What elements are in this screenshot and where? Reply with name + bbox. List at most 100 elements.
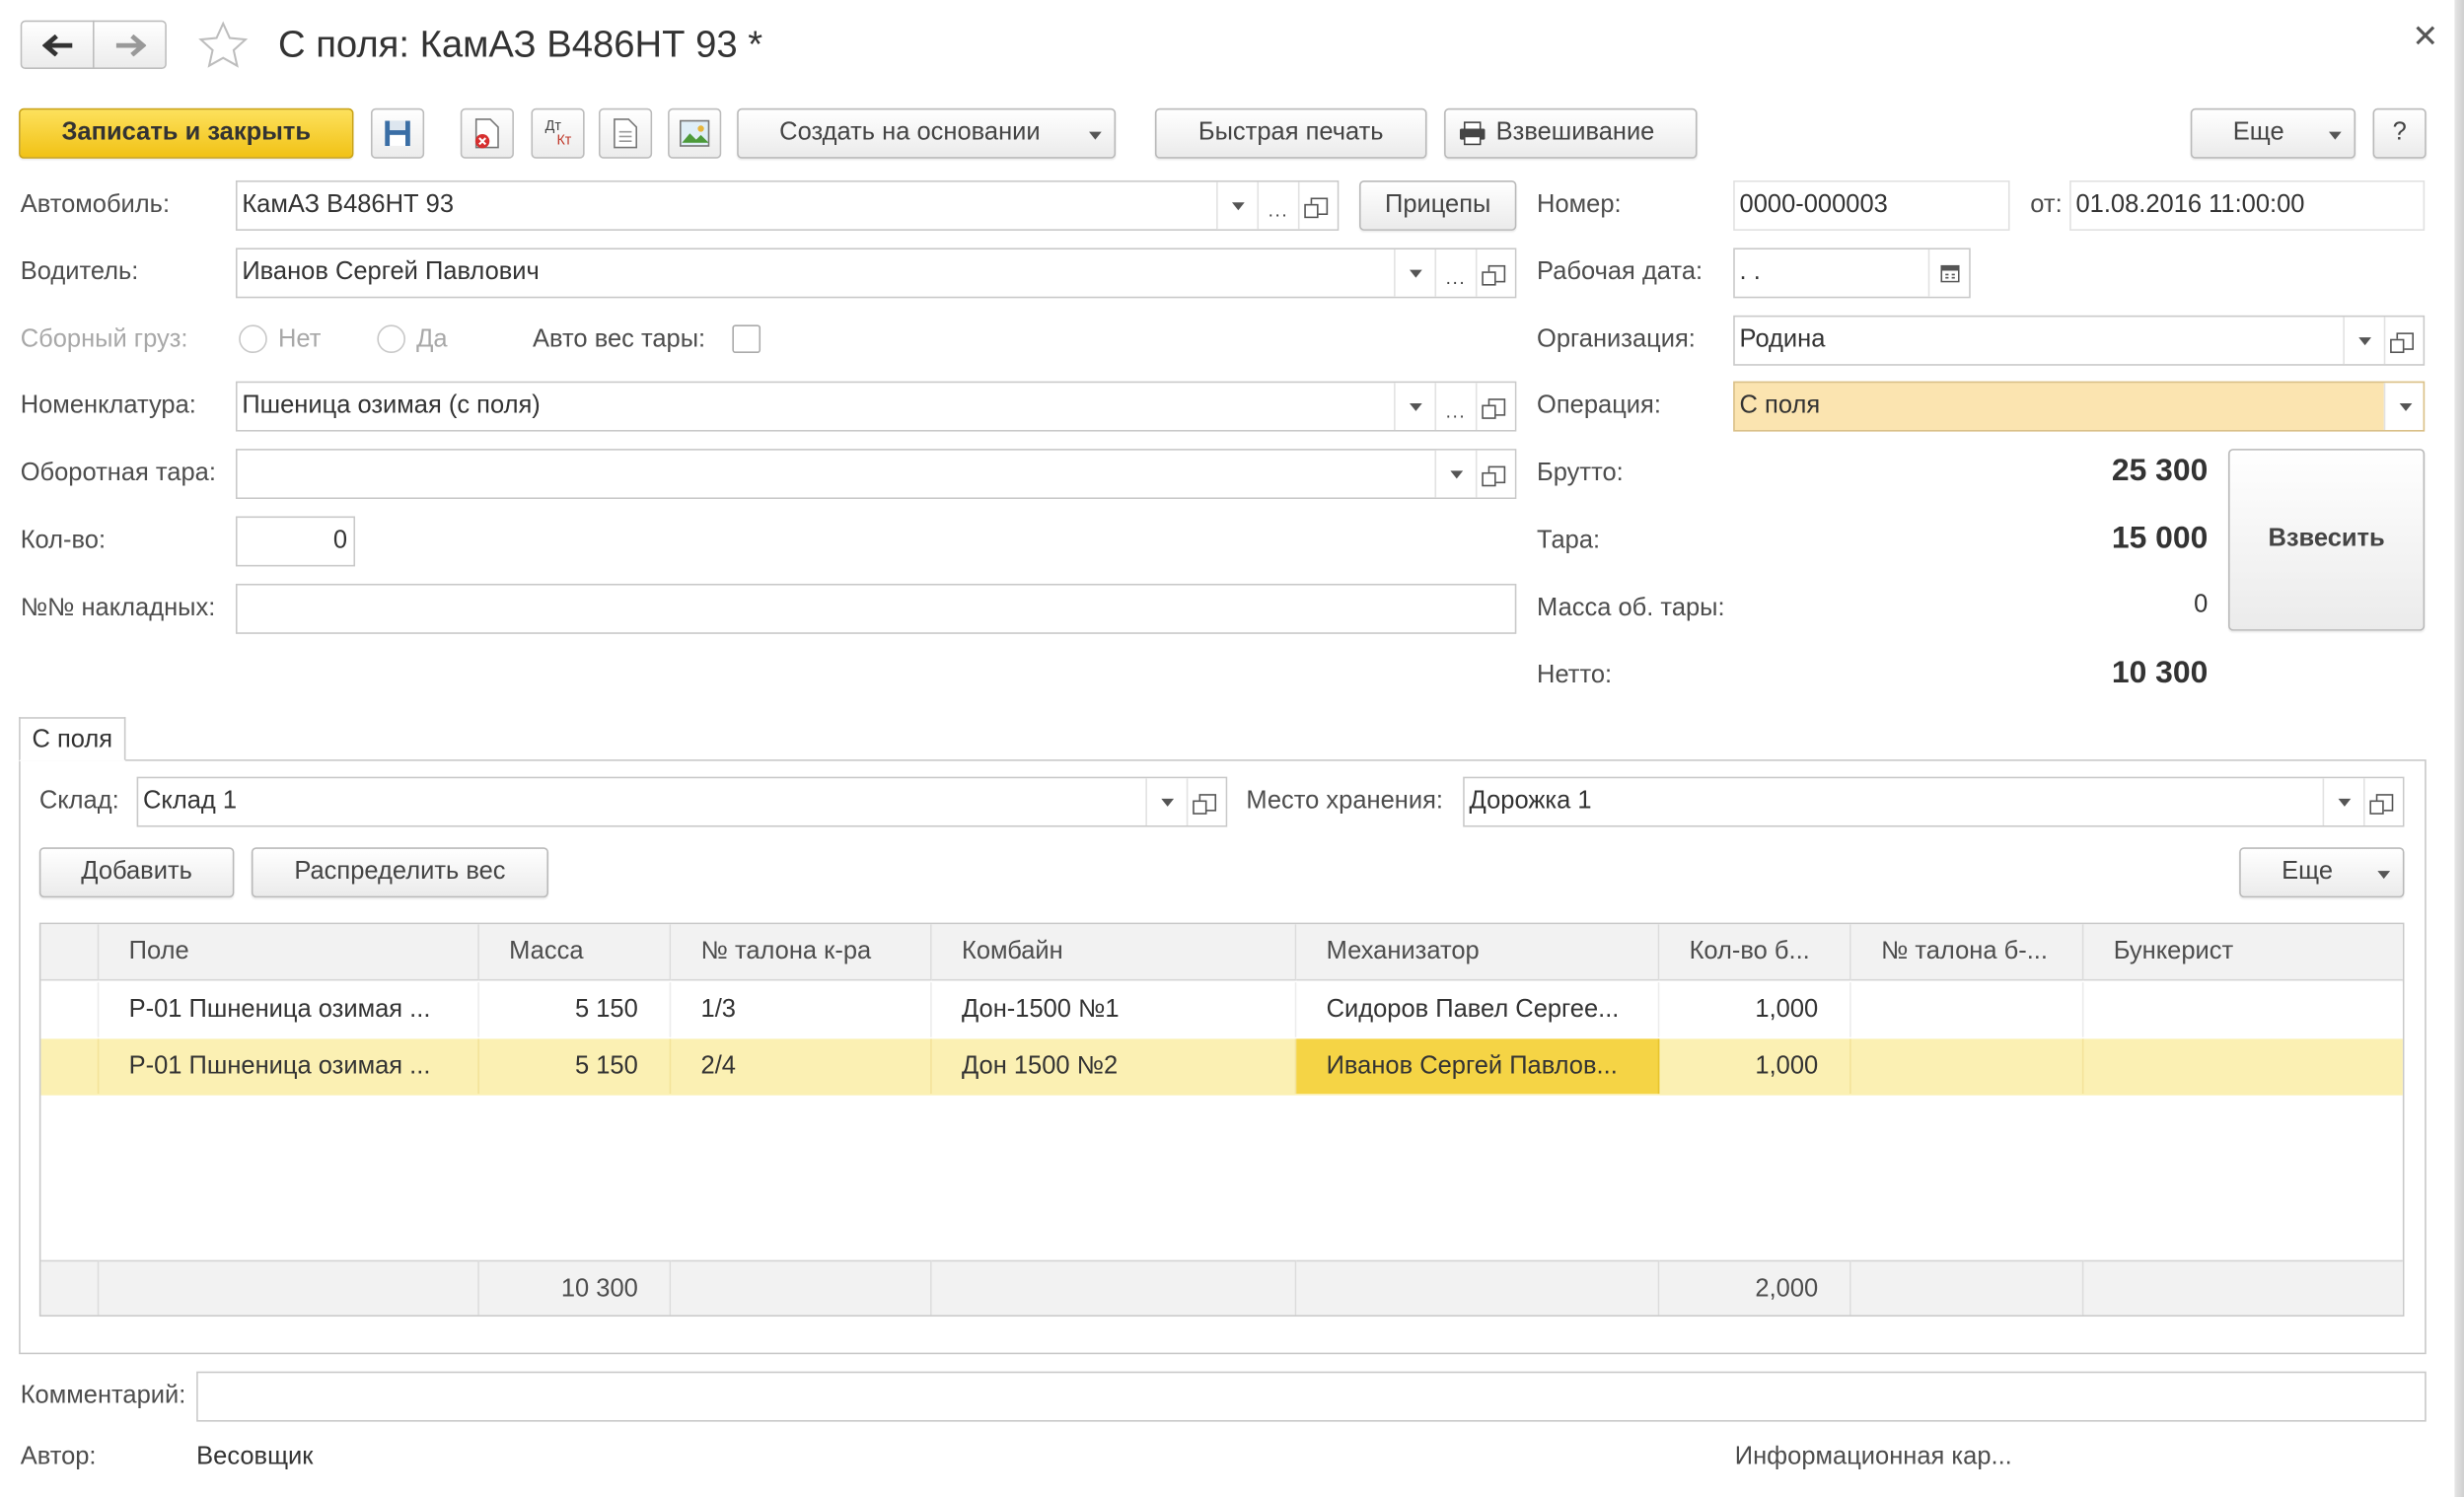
combined-yes-radio[interactable] bbox=[377, 324, 406, 354]
cell-bunker-qty[interactable]: 1,000 bbox=[1659, 982, 1851, 1037]
open-icon bbox=[1482, 397, 1506, 419]
storage-field[interactable]: Дорожка 1 bbox=[1463, 776, 2405, 827]
tare-label: Тара: bbox=[1537, 527, 1601, 554]
work-date-field[interactable]: . . bbox=[1733, 248, 1971, 299]
gross-label: Брутто: bbox=[1537, 460, 1624, 487]
help-button[interactable]: ? bbox=[2372, 107, 2427, 159]
column-header-combine-ticket[interactable]: № талона к-ра bbox=[671, 924, 932, 981]
organization-field[interactable]: Родина bbox=[1733, 315, 2426, 366]
save-and-close-button[interactable]: Записать и закрыть bbox=[19, 107, 354, 159]
image-button[interactable] bbox=[668, 107, 722, 159]
returnable-tare-dropdown[interactable] bbox=[1434, 450, 1476, 498]
nomenclature-select[interactable]: ... bbox=[1434, 383, 1476, 430]
warehouse-dropdown[interactable] bbox=[1145, 778, 1187, 825]
warehouse-field[interactable]: Склад 1 bbox=[136, 776, 1228, 827]
post-cancel-button[interactable] bbox=[460, 107, 514, 159]
cell-mass[interactable]: 5 150 bbox=[479, 1038, 672, 1095]
calendar-button[interactable] bbox=[1927, 250, 1970, 297]
table-more-label: Еще bbox=[2282, 858, 2334, 886]
vehicle-dropdown[interactable] bbox=[1216, 181, 1258, 230]
column-header-operator[interactable]: Механизатор bbox=[1296, 924, 1660, 981]
cell-bunker-qty[interactable]: 1,000 bbox=[1659, 1038, 1851, 1095]
work-date-value: . . bbox=[1739, 258, 1761, 286]
author-value: Весовщик bbox=[196, 1443, 314, 1470]
organization-value: Родина bbox=[1739, 325, 1826, 354]
table-row-selected[interactable]: Р-01 Пшненица озимая ... 5 150 2/4 Дон 1… bbox=[40, 1038, 2403, 1096]
table-more-button[interactable]: Еще bbox=[2239, 847, 2405, 898]
save-button[interactable] bbox=[370, 107, 425, 159]
cell-bunker-operator[interactable] bbox=[2083, 982, 2402, 1037]
number-field[interactable]: 0000-000003 bbox=[1733, 179, 2010, 231]
warehouse-open[interactable] bbox=[1186, 778, 1226, 825]
weigh-button[interactable]: Взвесить bbox=[2228, 449, 2426, 631]
close-icon[interactable]: ✕ bbox=[2412, 22, 2438, 53]
driver-label: Водитель: bbox=[20, 258, 139, 286]
row-marker bbox=[40, 982, 100, 1037]
cell-combine-ticket[interactable]: 2/4 bbox=[671, 1038, 932, 1095]
weighing-table: Поле Масса № талона к-ра Комбайн Механиз… bbox=[38, 922, 2405, 1318]
combined-no-label: Нет bbox=[277, 325, 322, 354]
distribute-weight-button[interactable]: Распределить вес bbox=[251, 847, 548, 898]
cell-combine[interactable]: Дон-1500 №1 bbox=[932, 982, 1297, 1037]
document-cancel-icon bbox=[474, 118, 499, 149]
favorite-star-icon[interactable] bbox=[198, 21, 249, 71]
column-header-mass[interactable]: Масса bbox=[478, 924, 672, 981]
quick-print-button[interactable]: Быстрая печать bbox=[1154, 107, 1427, 159]
comment-field[interactable] bbox=[196, 1371, 2427, 1422]
driver-select[interactable]: ... bbox=[1434, 250, 1476, 297]
organization-dropdown[interactable] bbox=[2343, 317, 2384, 365]
cell-operator-active[interactable]: Иванов Сергей Павлов... bbox=[1296, 1038, 1660, 1095]
cell-operator[interactable]: Сидоров Павел Сергее... bbox=[1296, 982, 1660, 1037]
vehicle-field[interactable]: КамАЗ В486НТ 93 ... bbox=[235, 179, 1340, 231]
table-row[interactable]: Р-01 Пшненица озимая ... 5 150 1/3 Дон-1… bbox=[40, 982, 2403, 1039]
combined-cargo-label: Сборный груз: bbox=[20, 325, 188, 354]
info-card-link[interactable]: Информационная кар... bbox=[1735, 1442, 2012, 1473]
operation-dropdown[interactable] bbox=[2383, 383, 2424, 430]
storage-open[interactable] bbox=[2363, 778, 2403, 825]
nav-forward-button[interactable] bbox=[92, 20, 167, 70]
invoices-field[interactable] bbox=[235, 583, 1517, 634]
nomenclature-field[interactable]: Пшеница озимая (с поля) ... bbox=[235, 381, 1517, 432]
cell-bunker-operator[interactable] bbox=[2083, 1038, 2402, 1094]
tab-from-field[interactable]: С поля bbox=[19, 717, 126, 761]
date-field[interactable]: 01.08.2016 11:00:00 bbox=[2069, 179, 2426, 231]
column-header-bunker-qty[interactable]: Кол-во б... bbox=[1659, 924, 1851, 981]
operation-field[interactable]: С поля bbox=[1733, 381, 2426, 432]
vehicle-select[interactable]: ... bbox=[1257, 181, 1298, 230]
nav-back-button[interactable] bbox=[20, 20, 95, 70]
vehicle-open[interactable] bbox=[1297, 181, 1338, 230]
cell-combine-ticket[interactable]: 1/3 bbox=[671, 982, 932, 1037]
cell-bunker-ticket[interactable] bbox=[1851, 1038, 2084, 1095]
add-row-button[interactable]: Добавить bbox=[38, 847, 235, 898]
more-actions-button[interactable]: Еще bbox=[2190, 107, 2356, 159]
storage-dropdown[interactable] bbox=[2322, 778, 2364, 825]
footer-bunker-operator bbox=[2083, 1259, 2403, 1316]
returnable-tare-open[interactable] bbox=[1475, 450, 1515, 498]
driver-field[interactable]: Иванов Сергей Павлович ... bbox=[235, 248, 1517, 299]
cell-field[interactable]: Р-01 Пшненица озимая ... bbox=[99, 982, 479, 1037]
create-based-on-button[interactable]: Создать на основании bbox=[737, 107, 1117, 159]
nomenclature-dropdown[interactable] bbox=[1394, 383, 1435, 430]
organization-open[interactable] bbox=[2383, 317, 2424, 365]
driver-dropdown[interactable] bbox=[1394, 250, 1435, 297]
column-header-field[interactable]: Поле bbox=[99, 924, 479, 981]
dt-kt-button[interactable]: Дт Кт bbox=[531, 107, 585, 159]
cell-field[interactable]: Р-01 Пшненица озимая ... bbox=[99, 1038, 479, 1095]
column-header-bunker-ticket[interactable]: № талона б-... bbox=[1850, 924, 2084, 981]
quantity-label: Кол-во: bbox=[20, 527, 107, 554]
chevron-down-icon bbox=[1089, 131, 1102, 140]
weighing-button[interactable]: Взвешивание bbox=[1444, 107, 1698, 159]
nomenclature-open[interactable] bbox=[1475, 383, 1515, 430]
cell-bunker-ticket[interactable] bbox=[1851, 982, 2084, 1037]
column-header-bunker-operator[interactable]: Бункерист bbox=[2083, 924, 2403, 981]
report-button[interactable] bbox=[598, 107, 653, 159]
returnable-tare-field[interactable] bbox=[235, 449, 1517, 500]
quantity-field[interactable]: 0 bbox=[235, 516, 356, 567]
auto-tare-checkbox[interactable] bbox=[732, 324, 761, 354]
trailers-button[interactable]: Прицепы bbox=[1359, 179, 1517, 231]
cell-mass[interactable]: 5 150 bbox=[479, 982, 672, 1037]
cell-combine[interactable]: Дон 1500 №2 bbox=[932, 1038, 1297, 1095]
column-header-combine[interactable]: Комбайн bbox=[931, 924, 1297, 981]
combined-no-radio[interactable] bbox=[239, 324, 267, 354]
driver-open[interactable] bbox=[1475, 250, 1515, 297]
